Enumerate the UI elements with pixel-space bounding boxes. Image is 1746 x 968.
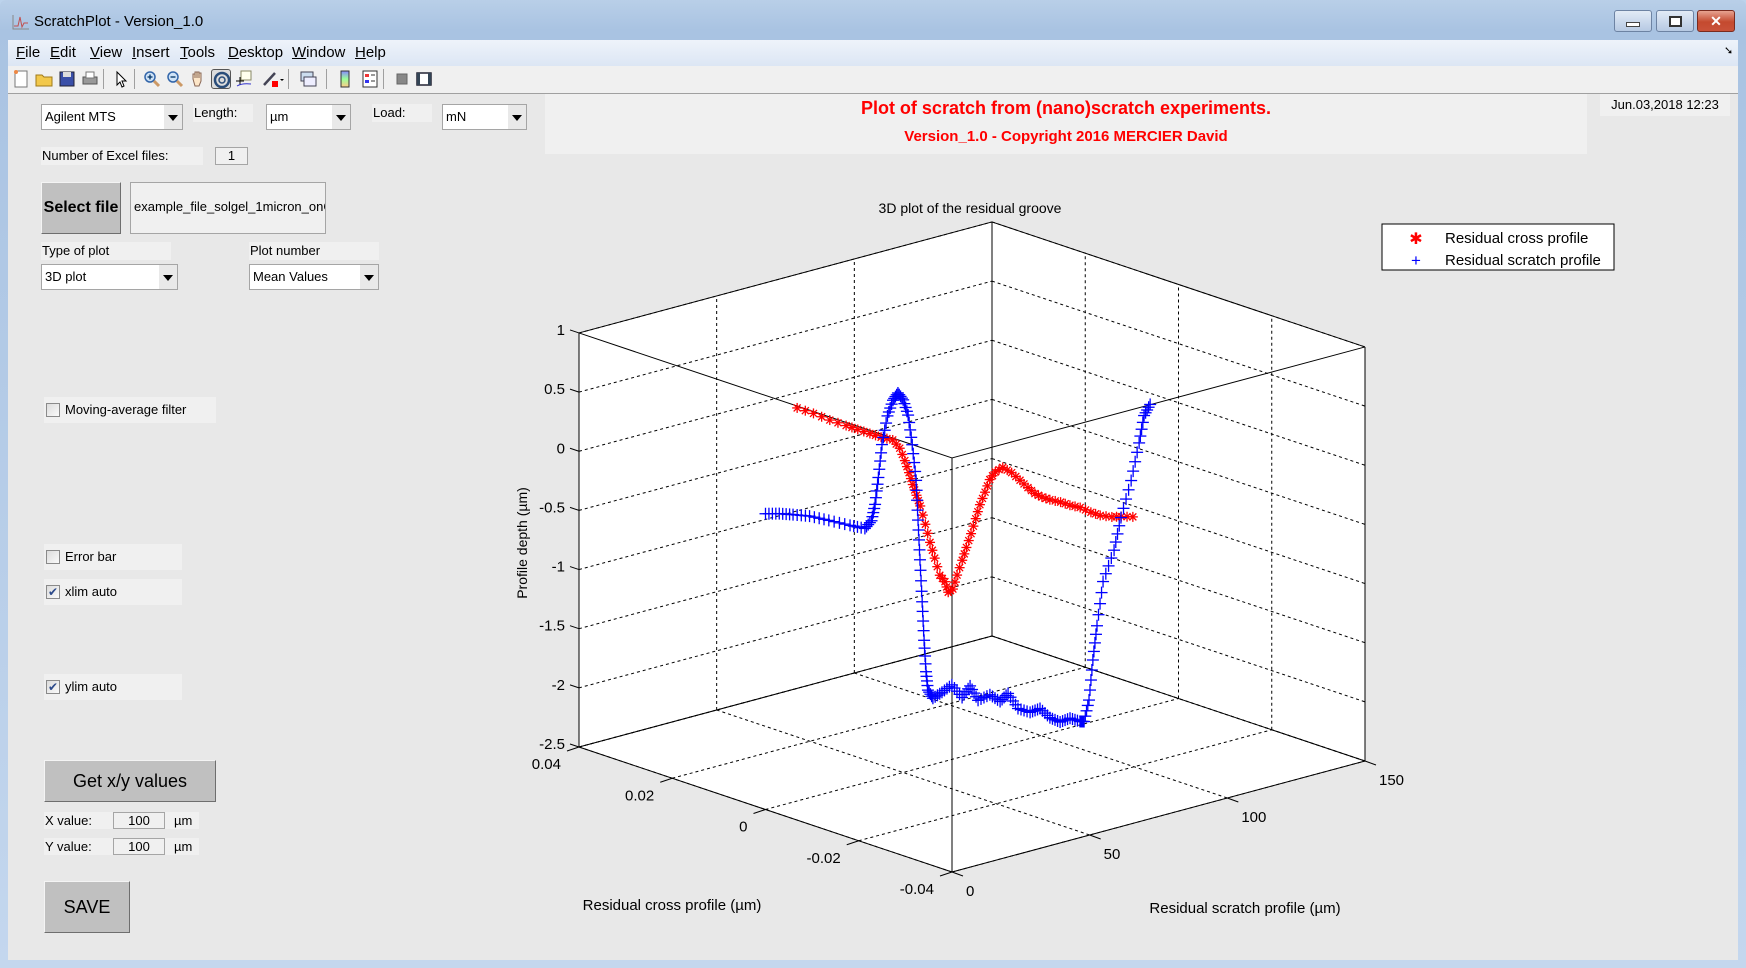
z-tick [569,447,580,452]
y-tick [1364,760,1377,766]
z-tick [569,329,580,334]
cross-profile-point [792,402,803,413]
z-tick-label: 0 [557,440,565,457]
y-tick-label: 50 [1104,846,1121,863]
legend[interactable]: ✱ Residual cross profile + Residual scra… [1381,223,1615,271]
cross-profile-point [917,510,928,521]
cross-profile-point [963,535,974,546]
z-tick-label: -1.5 [539,618,565,635]
x-tick [753,809,766,814]
chart-title: 3D plot of the residual groove [879,200,1062,216]
z-tick [569,566,580,571]
cross-profile-point [952,570,963,581]
x-tick-label: -0.04 [900,881,934,898]
y-tick-label: 100 [1241,809,1266,826]
legend-marker-plus: + [1411,251,1421,270]
x-tick-label: 0 [739,819,747,836]
plot-3d[interactable]: 1 0.5 0 -0.5 -1 -1.5 -2 -2.5 0.04 0.02 0 -0.02 -0.04… [0,0,1746,968]
y-tick [951,871,964,877]
y-tick [1227,797,1239,803]
cross-profile-point [832,417,843,428]
cross-profile-point [966,528,977,539]
z-tick-label: -2 [552,677,565,694]
x-tick [846,840,859,846]
cross-profile-point [970,513,981,524]
z-tick-label: -1 [552,559,565,576]
cross-profile-point [932,561,943,572]
y-axis-label: Residual scratch profile (µm) [1149,900,1340,917]
cross-profile-point [972,506,983,517]
x-tick-label: -0.02 [807,850,841,867]
cross-profile-point [800,405,811,416]
cross-profile-point [824,415,835,426]
x-tick-label: 0.02 [625,787,654,804]
z-tick-label: 0.5 [544,381,565,398]
cross-profile-point [929,553,940,564]
y-tick-label: 150 [1379,772,1404,789]
axes-background [579,221,1365,872]
cross-profile-point [1127,511,1138,522]
cross-profile-point [949,577,960,588]
y-tick [1089,834,1101,840]
z-tick [569,625,580,630]
app-window: ScratchPlot - Version_1.0 ✕ ➘ File Edit Vi… [0,0,1746,968]
x-axis-label: Residual cross profile (µm) [583,897,762,914]
z-tick-label: -2.5 [539,736,565,753]
x-tick [660,777,673,783]
x-tick [939,871,953,877]
cross-profile-point [927,545,938,556]
z-tick-label: -0.5 [539,499,565,516]
z-tick [569,743,580,748]
legend-marker-star: ✱ [1409,231,1422,248]
x-tick [566,746,580,752]
z-tick-label: 1 [557,322,565,339]
z-tick [569,506,580,511]
z-axis-label: Profile depth (µm) [514,487,530,599]
legend-label-cross: Residual cross profile [1445,230,1588,247]
cross-profile-point [961,542,972,553]
cross-profile-point [954,562,965,573]
cross-profile-point [920,519,931,530]
cross-profile-point [925,537,936,548]
cross-profile-point [947,584,958,595]
z-tick [569,684,580,689]
cross-profile-point [968,521,979,532]
y-tick-label: 0 [966,883,974,900]
legend-label-scratch: Residual scratch profile [1445,252,1601,269]
z-tick [569,388,580,393]
x-tick-label: 0.04 [532,756,561,773]
